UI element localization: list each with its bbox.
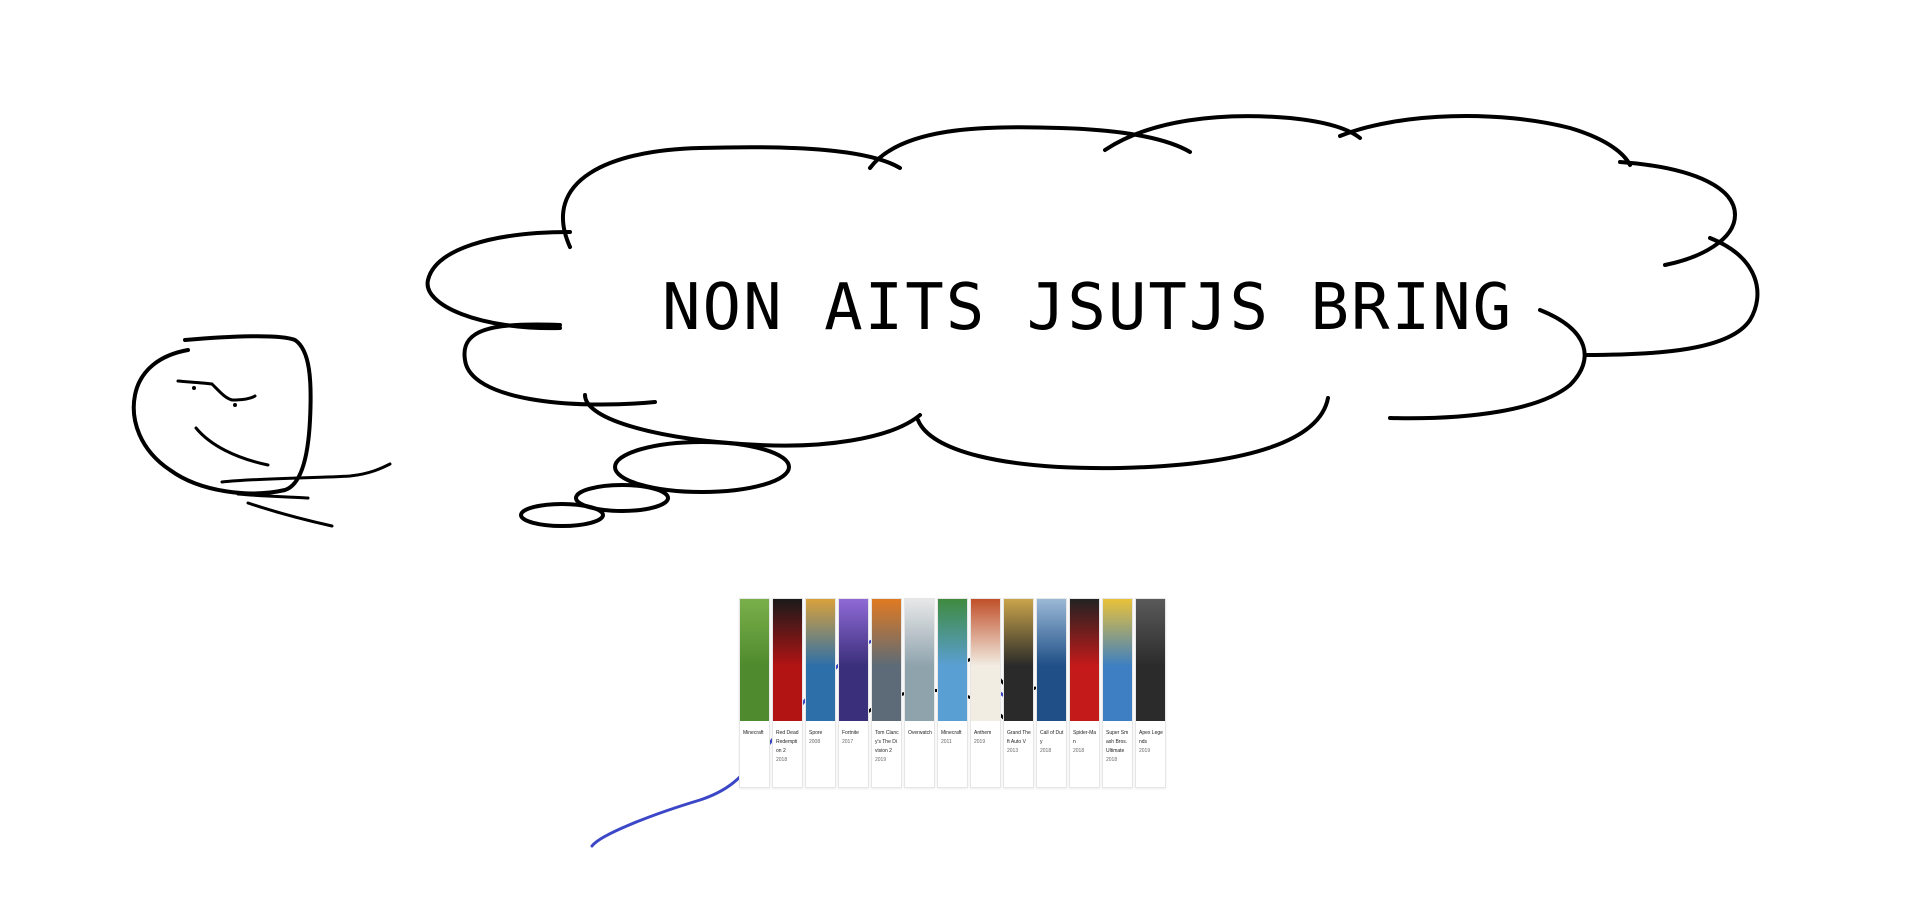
- fortnite-cover: [839, 599, 868, 721]
- game-year: 2008: [809, 739, 821, 745]
- game-title: Apex Legends: [1139, 730, 1163, 745]
- game-title: Overwatch: [908, 730, 932, 736]
- game-year: 2018: [776, 757, 788, 763]
- game-title: Fortnite: [842, 730, 859, 736]
- game-card[interactable]: Spore 2008: [805, 598, 836, 788]
- doodle-face: [131, 334, 392, 528]
- game-title: Minecraft: [743, 730, 764, 736]
- spore-cover: [806, 599, 835, 721]
- thought-bubble-small: [519, 502, 605, 528]
- game-card-row: Minecraft Red Dead Redemption 2 2018 Spore 2…: [739, 598, 1166, 788]
- game-year: 2019: [875, 757, 887, 763]
- game-title: Spore: [809, 730, 823, 736]
- thought-cloud-text: NON AITS JSUTJS BRING: [662, 271, 1514, 345]
- game-card[interactable]: Minecraft 2011: [937, 598, 968, 788]
- game-year: 2018: [1106, 757, 1118, 763]
- game-year: 2018: [1073, 748, 1085, 754]
- game-card-meta: Apex Legends 2019: [1136, 721, 1165, 756]
- game-year: 2019: [974, 739, 986, 745]
- game-card[interactable]: Overwatch: [904, 598, 935, 788]
- game-card-meta: Spider-Man 2018: [1070, 721, 1099, 756]
- game-year: 2013: [1007, 748, 1019, 754]
- minecraft-story-cover: [938, 599, 967, 721]
- game-card[interactable]: Super Smash Bros. Ultimate 2018: [1102, 598, 1133, 788]
- game-card-meta: Overwatch: [905, 721, 934, 738]
- game-card-meta: Minecraft 2011: [938, 721, 967, 747]
- game-title: Call of Duty: [1040, 730, 1064, 745]
- game-card-meta: Grand Theft Auto V 2013: [1004, 721, 1033, 756]
- game-title: Tom Clancy's The Division 2: [875, 730, 899, 754]
- anthem-cover: [971, 599, 1000, 721]
- game-card[interactable]: Minecraft: [739, 598, 770, 788]
- minecraft-cover: [740, 599, 769, 721]
- red-dead-cover: [773, 599, 802, 721]
- game-card[interactable]: Grand Theft Auto V 2013: [1003, 598, 1034, 788]
- game-card-meta: Red Dead Redemption 2 2018: [773, 721, 802, 765]
- game-card[interactable]: Fortnite 2017: [838, 598, 869, 788]
- game-card[interactable]: Anthem 2019: [970, 598, 1001, 788]
- overwatch-cover: [905, 599, 934, 721]
- game-card-meta: Minecraft: [740, 721, 769, 738]
- game-year: 2017: [842, 739, 854, 745]
- game-card[interactable]: Spider-Man 2018: [1069, 598, 1100, 788]
- game-card[interactable]: Tom Clancy's The Division 2 2019: [871, 598, 902, 788]
- gta-cover: [1004, 599, 1033, 721]
- game-title: Grand Theft Auto V: [1007, 730, 1031, 745]
- game-card-meta: Tom Clancy's The Division 2 2019: [872, 721, 901, 765]
- game-card-meta: Super Smash Bros. Ultimate 2018: [1103, 721, 1132, 765]
- game-card[interactable]: Red Dead Redemption 2 2018: [772, 598, 803, 788]
- game-year: 2019: [1139, 748, 1151, 754]
- game-card[interactable]: Call of Duty 2018: [1036, 598, 1067, 788]
- game-title: Spider-Man: [1073, 730, 1097, 745]
- cod-cover: [1037, 599, 1066, 721]
- game-title: Anthem: [974, 730, 992, 736]
- game-card[interactable]: Apex Legends 2019: [1135, 598, 1166, 788]
- game-year: 2011: [941, 739, 952, 745]
- smash-cover: [1103, 599, 1132, 721]
- game-card-meta: Spore 2008: [806, 721, 835, 747]
- game-card-meta: Call of Duty 2018: [1037, 721, 1066, 756]
- game-title: Red Dead Redemption 2: [776, 730, 799, 754]
- game-card-meta: Fortnite 2017: [839, 721, 868, 747]
- game-card-meta: Anthem 2019: [971, 721, 1000, 747]
- game-title: Minecraft: [941, 730, 962, 736]
- division-cover: [872, 599, 901, 721]
- thought-bubbles: [519, 440, 791, 528]
- apex-cover: [1136, 599, 1165, 721]
- spiderman-cover: [1070, 599, 1099, 721]
- game-year: 2018: [1040, 748, 1052, 754]
- game-title: Super Smash Bros. Ultimate: [1106, 730, 1129, 754]
